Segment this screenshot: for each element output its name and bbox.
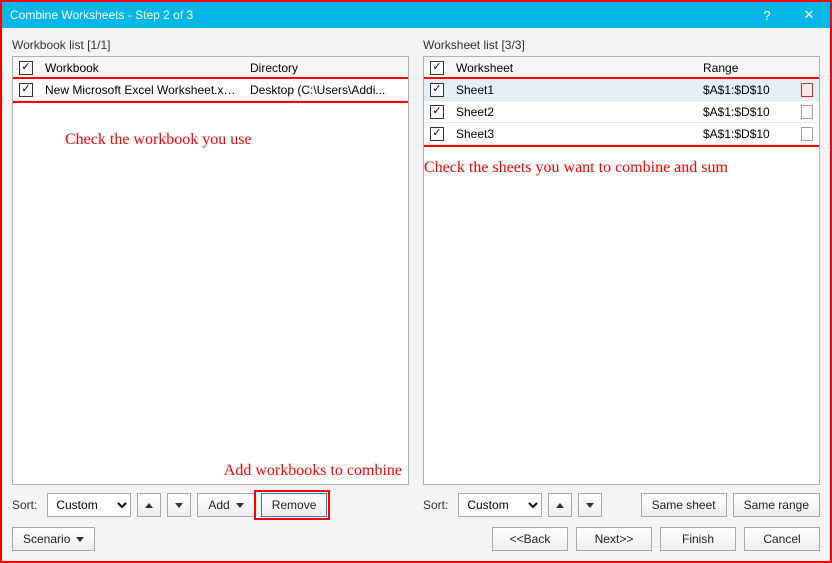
workbook-grid: Workbook Directory New Microsoft Excel W… — [12, 56, 409, 485]
same-range-button[interactable]: Same range — [733, 493, 820, 517]
annotation-add: Add workbooks to combine — [224, 462, 402, 480]
move-up-button-left[interactable] — [137, 493, 161, 517]
move-up-button-right[interactable] — [548, 493, 572, 517]
cancel-button[interactable]: Cancel — [744, 527, 820, 551]
worksheet-row-name: Sheet1 — [450, 83, 697, 97]
annotation-sheets: Check the sheets you want to combine and… — [424, 159, 728, 177]
window-title: Combine Worksheets - Step 2 of 3 — [10, 8, 193, 22]
close-button[interactable]: ✕ — [788, 2, 830, 28]
workbook-col-directory[interactable]: Directory — [244, 61, 408, 75]
sort-select-right[interactable]: Custom — [458, 493, 542, 517]
worksheet-col-range[interactable]: Range — [697, 61, 795, 75]
help-button[interactable]: ? — [746, 2, 788, 28]
remove-button[interactable]: Remove — [261, 493, 328, 517]
worksheet-row-checkbox[interactable] — [430, 83, 444, 97]
workbook-list-caption: Workbook list [1/1] — [12, 38, 409, 56]
workbook-row-dir: Desktop (C:\Users\Addi... — [244, 83, 408, 97]
range-picker-icon[interactable] — [801, 105, 813, 119]
worksheet-row-checkbox[interactable] — [430, 105, 444, 119]
workbook-row-name: New Microsoft Excel Worksheet.xlsx — [39, 83, 244, 97]
worksheet-row[interactable]: Sheet3 $A$1:$D$10 — [424, 123, 819, 145]
workbook-row-checkbox[interactable] — [19, 83, 33, 97]
worksheet-row-range: $A$1:$D$10 — [697, 105, 795, 119]
worksheet-row-name: Sheet3 — [450, 127, 697, 141]
worksheet-row[interactable]: Sheet1 $A$1:$D$10 — [424, 79, 819, 101]
workbook-col-name[interactable]: Workbook — [39, 61, 244, 75]
range-picker-icon[interactable] — [801, 83, 813, 97]
worksheet-row-range: $A$1:$D$10 — [697, 83, 795, 97]
worksheet-row[interactable]: Sheet2 $A$1:$D$10 — [424, 101, 819, 123]
worksheet-row-name: Sheet2 — [450, 105, 697, 119]
workbook-row[interactable]: New Microsoft Excel Worksheet.xlsx Deskt… — [13, 79, 408, 101]
worksheet-grid: Worksheet Range Sheet1 $A$1:$D$10 — [423, 56, 820, 485]
worksheet-col-name[interactable]: Worksheet — [450, 61, 697, 75]
sort-label-right: Sort: — [423, 498, 448, 512]
back-button[interactable]: <<Back — [492, 527, 568, 551]
sort-select-left[interactable]: Custom — [47, 493, 131, 517]
annotation-workbook: Check the workbook you use — [65, 131, 252, 149]
sort-label-left: Sort: — [12, 498, 37, 512]
worksheet-row-range: $A$1:$D$10 — [697, 127, 795, 141]
worksheet-select-all-checkbox[interactable] — [430, 61, 444, 75]
worksheet-row-checkbox[interactable] — [430, 127, 444, 141]
add-button[interactable]: Add — [197, 493, 254, 517]
scenario-button[interactable]: Scenario — [12, 527, 95, 551]
finish-button[interactable]: Finish — [660, 527, 736, 551]
move-down-button-right[interactable] — [578, 493, 602, 517]
workbook-select-all-checkbox[interactable] — [19, 61, 33, 75]
next-button[interactable]: Next>> — [576, 527, 652, 551]
worksheet-list-caption: Worksheet list [3/3] — [423, 38, 820, 56]
range-picker-icon[interactable] — [801, 127, 813, 141]
move-down-button-left[interactable] — [167, 493, 191, 517]
title-bar: Combine Worksheets - Step 2 of 3 ? ✕ — [2, 2, 830, 28]
same-sheet-button[interactable]: Same sheet — [641, 493, 727, 517]
